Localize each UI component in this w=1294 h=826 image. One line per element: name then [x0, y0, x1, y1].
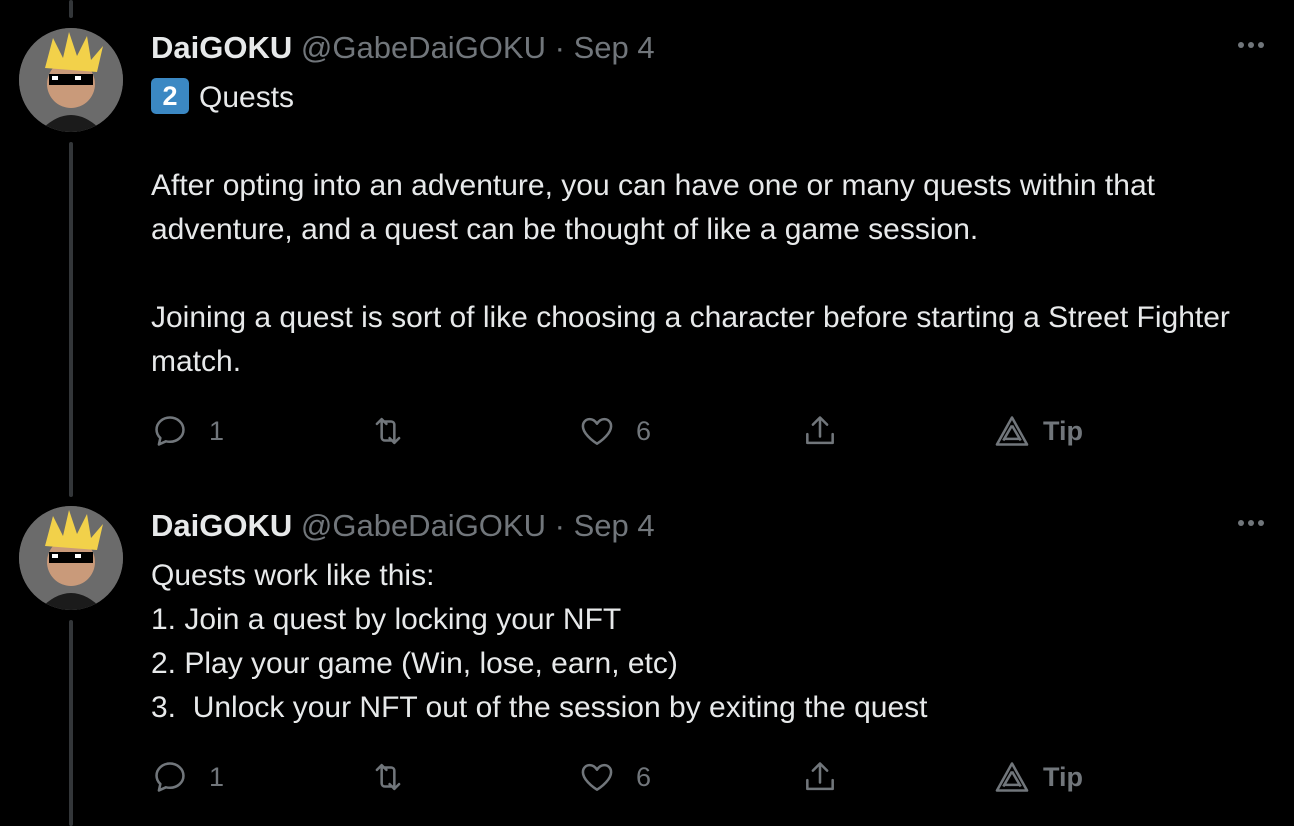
- thread-line-top: [69, 0, 73, 18]
- share-button[interactable]: [801, 758, 839, 796]
- author-handle[interactable]: @GabeDaiGOKU: [301, 508, 546, 543]
- tweet-actions: 1 6 Tip: [151, 412, 1151, 456]
- tweet-title-line: 2 Quests: [151, 76, 294, 120]
- reply-icon: [155, 416, 185, 446]
- reply-count: 1: [209, 761, 225, 792]
- share-icon: [806, 416, 834, 445]
- author-name[interactable]: DaiGOKU: [151, 508, 292, 543]
- tweet[interactable]: DaiGOKU @GabeDaiGOKU · Sep 4 Quests work…: [0, 506, 1294, 826]
- share-button[interactable]: [801, 412, 839, 450]
- retweet-button[interactable]: [369, 412, 427, 450]
- like-button[interactable]: 6: [578, 758, 651, 796]
- tweet-actions: 1 6 Tip: [151, 758, 1151, 802]
- like-count: 6: [636, 761, 652, 792]
- tip-icon: [995, 416, 1029, 446]
- heart-icon: [581, 763, 613, 791]
- more-horizontal-icon[interactable]: [1238, 42, 1264, 48]
- author-name[interactable]: DaiGOKU: [151, 30, 292, 65]
- reply-button[interactable]: 1: [151, 412, 224, 450]
- reply-button[interactable]: 1: [151, 758, 224, 796]
- keycap-number: 2: [151, 78, 189, 115]
- tweet-header: DaiGOKU @GabeDaiGOKU · Sep 4: [151, 506, 655, 546]
- heart-icon: [581, 417, 613, 445]
- tweet-date[interactable]: Sep 4: [574, 508, 655, 543]
- tip-button[interactable]: Tip: [993, 758, 1083, 796]
- tweet-text: Quests work like this: 1. Join a quest b…: [151, 559, 928, 724]
- share-icon: [806, 762, 834, 791]
- tip-label: Tip: [1043, 761, 1083, 792]
- retweet-button[interactable]: [369, 758, 427, 796]
- avatar-image: [19, 506, 123, 610]
- like-button[interactable]: 6: [578, 412, 651, 450]
- tweet-header: DaiGOKU @GabeDaiGOKU · Sep 4: [151, 28, 655, 68]
- tweet-text: After opting into an adventure, you can …: [151, 169, 1230, 378]
- like-count: 6: [636, 415, 652, 446]
- tip-icon: [995, 762, 1029, 792]
- separator: ·: [554, 30, 565, 65]
- retweet-icon: [375, 417, 401, 445]
- author-handle[interactable]: @GabeDaiGOKU: [301, 30, 546, 65]
- avatar-image: [19, 28, 123, 132]
- avatar[interactable]: [19, 506, 123, 610]
- retweet-icon: [375, 763, 401, 791]
- separator: ·: [554, 508, 565, 543]
- avatar[interactable]: [19, 28, 123, 132]
- reply-icon: [155, 762, 185, 792]
- tweet[interactable]: DaiGOKU @GabeDaiGOKU · Sep 4 2 Quests Aft…: [0, 28, 1294, 478]
- tip-label: Tip: [1043, 415, 1083, 446]
- tweet-date[interactable]: Sep 4: [574, 30, 655, 65]
- tip-button[interactable]: Tip: [993, 412, 1083, 450]
- reply-count: 1: [209, 415, 225, 446]
- tweet-title: Quests: [199, 81, 295, 114]
- more-horizontal-icon[interactable]: [1238, 520, 1264, 526]
